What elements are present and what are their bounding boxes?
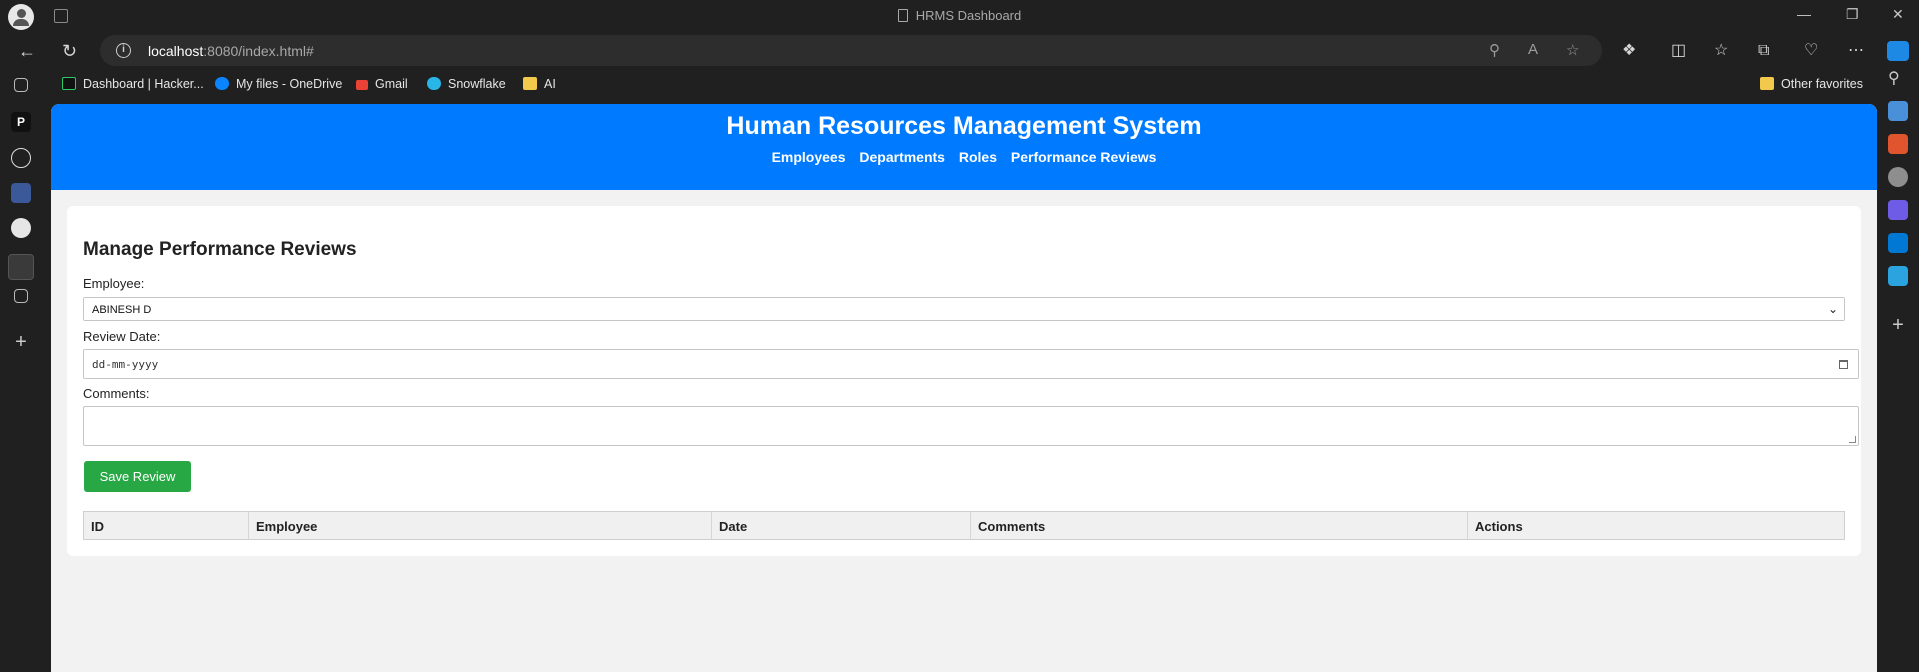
column-header-date: Date: [712, 512, 971, 539]
site-header: Human Resources Management System Employ…: [51, 104, 1877, 190]
nav-roles[interactable]: Roles: [959, 149, 997, 165]
nav-performance-reviews[interactable]: Performance Reviews: [1011, 149, 1157, 165]
shopping-tag-icon[interactable]: [1888, 101, 1908, 121]
tab-site-icon[interactable]: [11, 183, 31, 203]
employee-selected-value: ABINESH D: [92, 304, 152, 316]
favorite-ai-folder[interactable]: AI: [523, 77, 556, 91]
restore-button[interactable]: ❐: [1846, 6, 1859, 23]
tab-hrms-dashboard-icon[interactable]: [8, 254, 34, 280]
favorites-bar: Dashboard | Hacker... My files - OneDriv…: [50, 70, 1869, 100]
url-text[interactable]: localhost:8080/index.html#: [148, 43, 314, 59]
tab-actions-icon[interactable]: [14, 78, 28, 92]
site-info-icon[interactable]: i: [116, 43, 131, 58]
new-tab-plus-icon[interactable]: +: [11, 332, 31, 352]
column-header-comments: Comments: [971, 512, 1468, 539]
favorite-gmail[interactable]: Gmail: [356, 77, 408, 91]
reviews-card: Manage Performance Reviews Employee: ABI…: [67, 206, 1861, 556]
favorite-star-icon[interactable]: ☆: [1566, 41, 1579, 59]
column-header-id: ID: [84, 512, 249, 539]
save-review-button[interactable]: Save Review: [84, 461, 191, 492]
employee-select[interactable]: ABINESH D ⌄: [83, 297, 1845, 321]
resize-handle-icon[interactable]: [1849, 436, 1856, 443]
window-title: HRMS Dashboard: [0, 8, 1919, 23]
calendar-icon[interactable]: [1839, 360, 1848, 369]
telegram-icon[interactable]: [1888, 266, 1908, 286]
other-favorites[interactable]: Other favorites: [1760, 77, 1863, 91]
back-arrow-icon[interactable]: ←: [18, 41, 36, 61]
section-heading: Manage Performance Reviews: [83, 239, 357, 260]
favorite-hackerrank[interactable]: Dashboard | Hacker...: [62, 77, 204, 91]
chevron-down-icon: ⌄: [1827, 302, 1838, 316]
snowflake-icon: [427, 77, 441, 90]
add-sidebar-app-icon[interactable]: +: [1888, 315, 1908, 335]
browser-essentials-icon[interactable]: ♡: [1804, 41, 1818, 61]
comments-textarea[interactable]: [83, 406, 1859, 446]
collections-icon[interactable]: ⧉: [1758, 41, 1769, 61]
copilot-m365-icon[interactable]: [1888, 200, 1908, 220]
split-screen-icon[interactable]: ◫: [1671, 41, 1686, 61]
extensions-icon[interactable]: ❖: [1622, 41, 1636, 61]
tab-perplexity-icon[interactable]: P: [11, 112, 31, 132]
search-icon[interactable]: ⚲: [1888, 68, 1908, 88]
page-icon: [897, 9, 908, 22]
browser-title-bar: HRMS Dashboard — ❐ ✕: [0, 0, 1919, 32]
address-bar[interactable]: i localhost:8080/index.html# ⚲ A ☆: [100, 35, 1602, 66]
comments-label: Comments:: [83, 386, 150, 401]
review-date-input[interactable]: dd-mm-yyyy: [83, 349, 1859, 379]
nav-departments[interactable]: Departments: [859, 149, 945, 165]
column-header-actions: Actions: [1475, 519, 1523, 534]
nav-employees[interactable]: Employees: [772, 149, 846, 165]
navigation-bar: ← ↻ i localhost:8080/index.html# ⚲ A ☆ ❖…: [0, 32, 1919, 70]
more-options-icon[interactable]: ⋯: [1848, 41, 1864, 61]
minimize-button[interactable]: —: [1797, 6, 1811, 22]
edge-sidebar: ⚲ +: [1877, 70, 1919, 672]
folder-icon: [523, 77, 537, 90]
review-date-label: Review Date:: [83, 329, 161, 344]
reviews-table-header: ID Employee Date Comments Actions: [83, 511, 1845, 540]
folder-icon: [1760, 77, 1774, 90]
favorites-icon[interactable]: ☆: [1714, 41, 1728, 61]
site-nav: Employees Departments Roles Performance …: [51, 149, 1877, 165]
tab-github-icon[interactable]: [11, 218, 31, 238]
refresh-icon[interactable]: ↻: [62, 41, 77, 61]
vertical-tabs-sidebar: P +: [0, 70, 42, 672]
outlook-icon[interactable]: [1888, 233, 1908, 253]
tab-chatgpt-icon[interactable]: [11, 148, 31, 168]
site-title: Human Resources Management System: [726, 112, 1202, 140]
tools-icon[interactable]: [1888, 134, 1908, 154]
persona-icon[interactable]: [1888, 167, 1908, 187]
gmail-icon: [356, 80, 368, 90]
read-aloud-icon[interactable]: A: [1528, 41, 1538, 58]
tab-calendar-icon[interactable]: [14, 289, 28, 303]
column-header-employee: Employee: [249, 512, 712, 539]
zoom-out-icon[interactable]: ⚲: [1489, 41, 1500, 59]
employee-label: Employee:: [83, 276, 145, 291]
favorite-snowflake[interactable]: Snowflake: [427, 77, 506, 91]
favorite-onedrive[interactable]: My files - OneDrive: [215, 77, 342, 91]
hackerrank-icon: [62, 77, 76, 90]
onedrive-icon: [215, 77, 229, 90]
page-viewport: Human Resources Management System Employ…: [51, 104, 1877, 672]
date-placeholder: dd-mm-yyyy: [92, 358, 159, 371]
close-window-button[interactable]: ✕: [1892, 6, 1904, 23]
copilot-icon[interactable]: [1887, 41, 1909, 61]
